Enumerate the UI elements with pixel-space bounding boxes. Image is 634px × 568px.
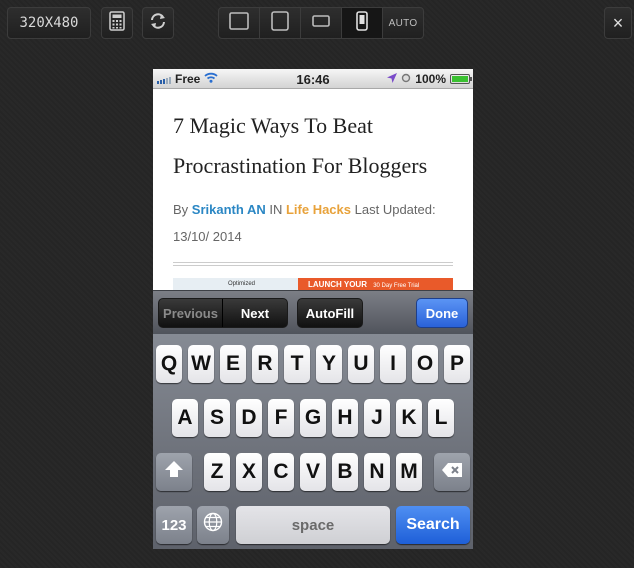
done-button[interactable]: Done — [417, 299, 467, 327]
key-r[interactable]: R — [252, 345, 278, 383]
key-q[interactable]: Q — [156, 345, 182, 383]
key-c[interactable]: C — [268, 453, 294, 491]
done-control: Done — [416, 298, 468, 328]
key-d[interactable]: D — [236, 399, 262, 437]
ad-headline: LAUNCH YOUR — [308, 280, 367, 289]
phone-icon — [356, 10, 368, 36]
article-title: 7 Magic Ways To Beat Procrastination For… — [173, 113, 428, 178]
numbers-key[interactable]: 123 — [156, 506, 192, 544]
key-w[interactable]: W — [188, 345, 214, 383]
previous-button[interactable]: Previous — [159, 299, 223, 327]
ad-left: Optimized — [173, 278, 298, 290]
next-button[interactable]: Next — [223, 299, 287, 327]
key-y[interactable]: Y — [316, 345, 342, 383]
desktop-button[interactable] — [219, 8, 260, 38]
updated-date: 13/10/ 2014 — [173, 229, 242, 244]
key-o[interactable]: O — [412, 345, 438, 383]
shift-key[interactable] — [156, 453, 192, 491]
resolution-button[interactable]: 320X480 — [7, 7, 91, 39]
backspace-icon — [441, 460, 463, 484]
article-header: 7 Magic Ways To Beat Procrastination For… — [153, 89, 473, 266]
key-p[interactable]: P — [444, 345, 470, 383]
divider — [173, 262, 453, 266]
auto-label: AUTO — [388, 17, 418, 29]
rotate-button[interactable] — [142, 7, 174, 39]
keyboard: Q W E R T Y U I O P A S D F G H J K L Z … — [153, 334, 473, 549]
key-g[interactable]: G — [300, 399, 326, 437]
tablet-button[interactable] — [260, 8, 301, 38]
key-t[interactable]: T — [284, 345, 310, 383]
key-e[interactable]: E — [220, 345, 246, 383]
rotate-icon — [148, 11, 168, 36]
author-link[interactable]: Srikanth AN — [192, 202, 266, 217]
key-b[interactable]: B — [332, 453, 358, 491]
category-link[interactable]: Life Hacks — [286, 202, 351, 217]
key-k[interactable]: K — [396, 399, 422, 437]
globe-icon — [203, 512, 223, 538]
autofill-control: AutoFill — [297, 298, 363, 328]
battery-percent: 100% — [415, 72, 446, 86]
key-v[interactable]: V — [300, 453, 326, 491]
desktop-icon — [229, 11, 249, 35]
ad-banner[interactable]: Optimized LAUNCH YOUR 30 Day Free Trial — [173, 278, 453, 290]
key-a[interactable]: A — [172, 399, 198, 437]
key-h[interactable]: H — [332, 399, 358, 437]
battery-icon — [450, 74, 472, 84]
tablet-icon — [271, 10, 289, 36]
device-selector: AUTO — [218, 7, 424, 39]
auto-button[interactable]: AUTO — [383, 8, 423, 38]
location-icon — [387, 72, 398, 86]
key-n[interactable]: N — [364, 453, 390, 491]
form-accessory-bar: Previous Next AutoFill Done — [153, 290, 473, 334]
updated-label: Last Updated: — [354, 202, 436, 217]
key-j[interactable]: J — [364, 399, 390, 437]
key-f[interactable]: F — [268, 399, 294, 437]
byline: By Srikanth AN IN Life Hacks Last Update… — [173, 196, 453, 250]
backspace-key[interactable] — [434, 453, 470, 491]
key-m[interactable]: M — [396, 453, 422, 491]
ad-right: LAUNCH YOUR 30 Day Free Trial — [298, 278, 453, 290]
key-l[interactable]: L — [428, 399, 454, 437]
shift-icon — [164, 460, 184, 484]
globe-key[interactable] — [197, 506, 229, 544]
ad-subtext: 30 Day Free Trial — [373, 283, 420, 289]
key-u[interactable]: U — [348, 345, 374, 383]
autofill-button[interactable]: AutoFill — [298, 299, 362, 327]
key-x[interactable]: X — [236, 453, 262, 491]
phone-preview: Free 16:46 100% 7 Magic Ways To Beat Pro… — [153, 69, 473, 549]
prev-next-control: Previous Next — [158, 298, 288, 328]
alarm-icon — [401, 72, 411, 86]
key-i[interactable]: I — [380, 345, 406, 383]
tablet-landscape-icon — [312, 14, 330, 32]
tablet-landscape-button[interactable] — [301, 8, 342, 38]
search-key[interactable]: Search — [396, 506, 470, 544]
resolution-label: 320X480 — [19, 15, 79, 31]
byline-in: IN — [269, 202, 283, 217]
space-key[interactable]: space — [236, 506, 390, 544]
key-s[interactable]: S — [204, 399, 230, 437]
phone-button[interactable] — [342, 8, 383, 38]
status-bar: Free 16:46 100% — [153, 69, 473, 89]
close-icon: × — [612, 12, 624, 33]
calculator-icon — [109, 10, 125, 36]
close-button[interactable]: × — [604, 7, 632, 39]
byline-by: By — [173, 202, 189, 217]
key-z[interactable]: Z — [204, 453, 230, 491]
calculator-button[interactable] — [101, 7, 133, 39]
